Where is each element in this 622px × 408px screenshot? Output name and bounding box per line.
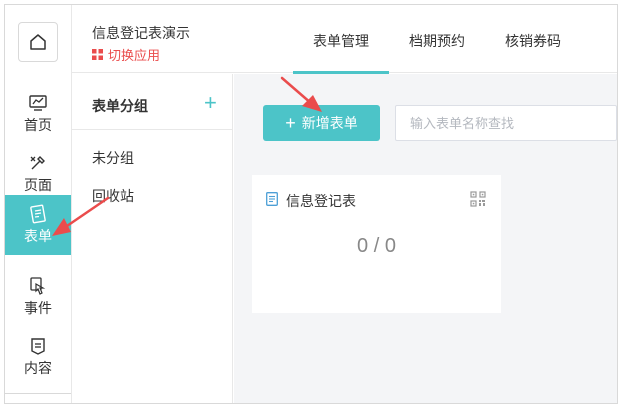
switch-app-label: 切换应用 xyxy=(108,48,161,63)
app-window: 首页 页面 表单 事件 内容 信息登记表演示 切换应用 表单管理 档期预约 核销… xyxy=(4,4,618,404)
form-icon xyxy=(30,204,46,224)
tab-schedule-booking[interactable]: 档期预约 xyxy=(409,5,465,73)
rail-item-events[interactable]: 事件 xyxy=(5,267,71,327)
form-card-title: 信息登记表 xyxy=(286,193,356,209)
add-group-button[interactable]: + xyxy=(204,92,217,114)
rail-item-label: 页面 xyxy=(24,177,52,193)
rail-item-content[interactable]: 内容 xyxy=(5,327,71,387)
group-panel: 表单分组 + 未分组 回收站 xyxy=(72,74,233,403)
top-header: 信息登记表演示 切换应用 表单管理 档期预约 核销券码 xyxy=(72,5,617,74)
group-item-ungrouped[interactable]: 未分组 xyxy=(92,148,134,168)
home-button[interactable] xyxy=(18,22,58,62)
form-search-input[interactable] xyxy=(395,105,617,141)
tab-label: 表单管理 xyxy=(313,33,369,49)
tab-label: 核销券码 xyxy=(505,33,561,49)
group-panel-title: 表单分组 xyxy=(92,98,148,114)
tab-verify-coupon[interactable]: 核销券码 xyxy=(505,5,561,73)
home-icon xyxy=(30,34,46,50)
document-icon xyxy=(266,192,278,206)
main-area: + 新增表单 信息登记表 xyxy=(234,74,617,403)
rail-item-forms[interactable]: 表单 xyxy=(5,195,71,255)
side-rail: 首页 页面 表单 事件 内容 xyxy=(5,5,72,403)
content-icon xyxy=(31,338,45,355)
plus-icon: + xyxy=(285,113,296,133)
rail-item-label: 内容 xyxy=(24,360,52,376)
brush-icon xyxy=(30,156,45,170)
monitor-icon xyxy=(29,95,47,111)
form-card-count: 0 / 0 xyxy=(357,235,396,257)
group-item-recycle-bin[interactable]: 回收站 xyxy=(92,186,134,206)
rail-item-label: 首页 xyxy=(24,117,52,133)
touch-icon xyxy=(30,277,46,295)
form-card[interactable]: 信息登记表 0 / 0 xyxy=(252,175,501,313)
rail-item-label: 表单 xyxy=(24,228,52,244)
grid-icon xyxy=(92,49,103,60)
group-panel-header: 表单分组 + xyxy=(72,74,232,130)
rail-item-label: 事件 xyxy=(24,300,52,316)
tab-label: 档期预约 xyxy=(409,33,465,49)
tab-form-management[interactable]: 表单管理 xyxy=(293,5,389,74)
switch-app-link[interactable]: 切换应用 xyxy=(92,45,160,64)
rail-item-home[interactable]: 首页 xyxy=(5,84,71,144)
add-form-label: 新增表单 xyxy=(301,115,358,131)
qr-code-icon[interactable] xyxy=(470,191,486,207)
app-title: 信息登记表演示 xyxy=(92,25,190,41)
rail-divider xyxy=(5,393,71,394)
add-form-button[interactable]: + 新增表单 xyxy=(263,105,380,141)
